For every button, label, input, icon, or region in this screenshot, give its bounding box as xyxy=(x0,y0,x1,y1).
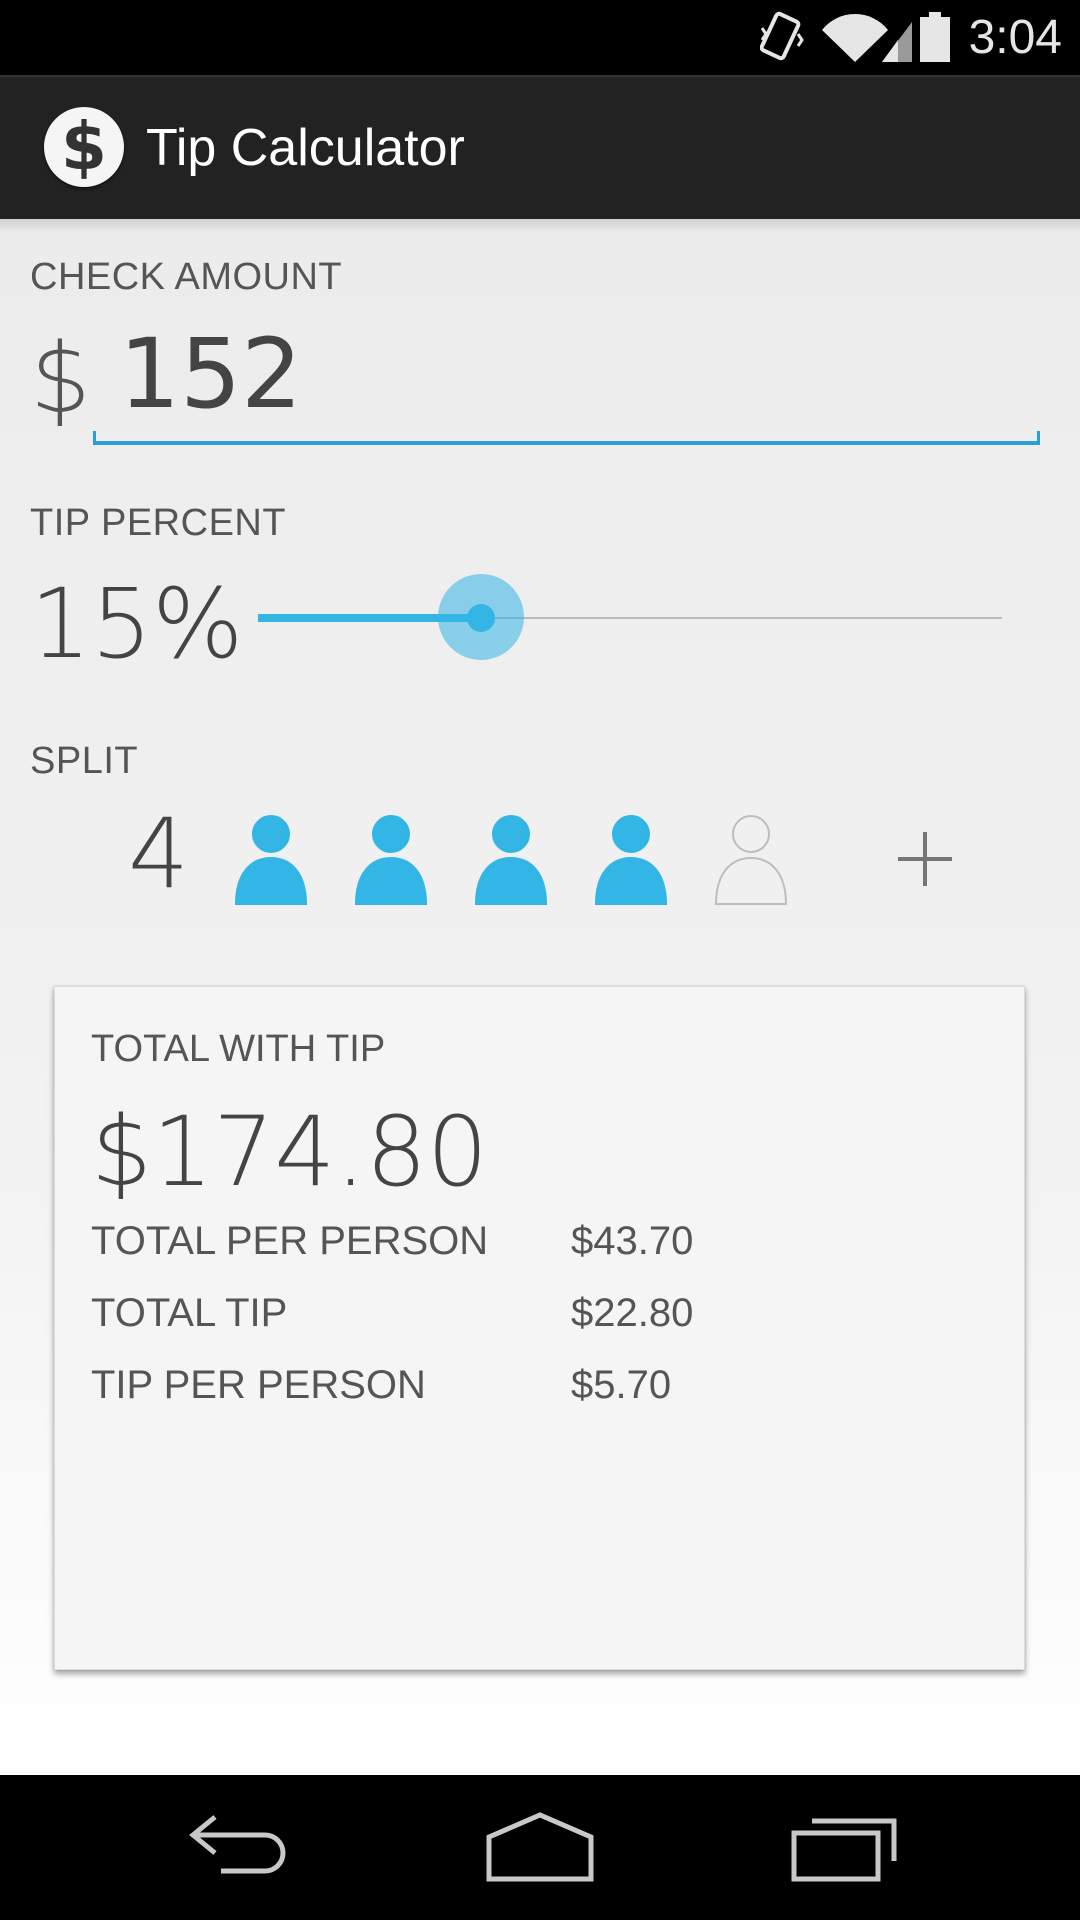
dollar-icon: $ xyxy=(44,107,124,187)
dollar-glyph: $ xyxy=(61,108,107,185)
person-icon-inactive[interactable] xyxy=(714,814,788,906)
total-with-tip-value: $174.80 xyxy=(91,1096,488,1208)
status-bar: 3:04 xyxy=(0,0,1080,75)
status-time: 3:04 xyxy=(968,11,1062,64)
navigation-bar xyxy=(0,1775,1080,1920)
slider-thumb[interactable] xyxy=(467,604,495,632)
recents-icon[interactable] xyxy=(790,1805,900,1890)
main-content: CHECK AMOUNT $ TIP PERCENT 15% SPLIT 4 T… xyxy=(0,219,1080,1775)
vibrate-icon xyxy=(759,11,804,61)
plus-icon[interactable] xyxy=(890,824,960,894)
total-with-tip-label: TOTAL WITH TIP xyxy=(91,1028,386,1070)
wifi-icon xyxy=(822,13,888,62)
battery-icon xyxy=(920,12,950,62)
app-title: Tip Calculator xyxy=(146,119,465,177)
check-amount-input[interactable] xyxy=(95,314,1040,434)
tip-per-person-label: TIP PER PERSON xyxy=(91,1363,426,1407)
action-bar: $ Tip Calculator xyxy=(0,75,1080,221)
check-amount-underline xyxy=(93,431,1040,445)
person-icon-active[interactable] xyxy=(594,814,668,906)
home-icon[interactable] xyxy=(485,1805,595,1890)
person-icon-active[interactable] xyxy=(234,814,308,906)
total-per-person-label: TOTAL PER PERSON xyxy=(91,1219,489,1263)
person-icon-active[interactable] xyxy=(354,814,428,906)
split-label: SPLIT xyxy=(30,740,139,782)
currency-symbol: $ xyxy=(30,323,92,435)
total-tip-label: TOTAL TIP xyxy=(91,1291,288,1335)
total-per-person-value: $43.70 xyxy=(571,1219,694,1263)
split-count: 4 xyxy=(128,798,190,910)
check-amount-label: CHECK AMOUNT xyxy=(30,256,343,298)
cell-signal-icon xyxy=(882,22,912,62)
person-icon-active[interactable] xyxy=(474,814,548,906)
app-screen: 3:04 $ Tip Calculator CHECK AMOUNT $ TIP… xyxy=(0,0,1080,1920)
tip-percent-slider[interactable] xyxy=(258,574,1002,664)
total-tip-value: $22.80 xyxy=(571,1291,694,1335)
results-card: TOTAL WITH TIP $174.80 TOTAL PER PERSON … xyxy=(54,986,1025,1670)
tip-percent-label: TIP PERCENT xyxy=(30,502,287,544)
tip-percent-value: 15% xyxy=(30,568,244,680)
back-icon[interactable] xyxy=(185,1805,295,1890)
status-icons xyxy=(759,10,930,66)
tip-per-person-value: $5.70 xyxy=(571,1363,672,1407)
